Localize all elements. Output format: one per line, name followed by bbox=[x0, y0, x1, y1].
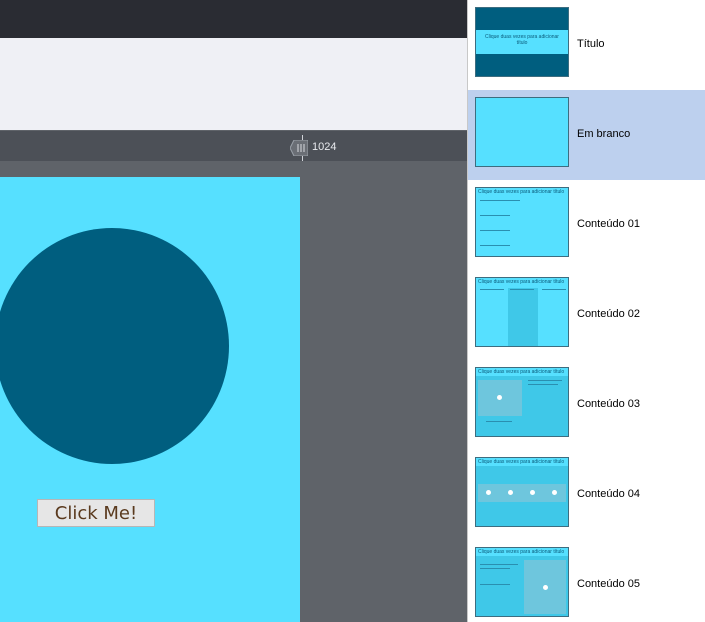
layout-item-conteudo-03[interactable]: Clique duas vezes para adicionar título … bbox=[468, 360, 705, 450]
layout-label: Conteúdo 05 bbox=[577, 578, 640, 590]
layout-item-conteudo-01[interactable]: Clique duas vezes para adicionar título … bbox=[468, 180, 705, 270]
layout-item-conteudo-05[interactable]: Clique duas vezes para adicionar título … bbox=[468, 540, 705, 622]
title-bar bbox=[0, 0, 467, 38]
thumb-title-text: Clique duas vezes para adicionar título bbox=[478, 369, 565, 375]
layout-thumbnail: Clique duas vezes para adicionar título bbox=[475, 457, 569, 527]
toolbar-strip bbox=[0, 108, 467, 130]
layout-item-conteudo-04[interactable]: Clique duas vezes para adicionar título … bbox=[468, 450, 705, 540]
thumb-title-text: Clique duas vezes para adicionar título bbox=[478, 549, 565, 555]
toolbar bbox=[0, 38, 467, 109]
layout-thumbnail: Clique duas vezes para adicionar título bbox=[475, 187, 569, 257]
layout-label: Em branco bbox=[577, 128, 631, 140]
layout-label: Conteúdo 03 bbox=[577, 398, 640, 410]
layout-thumbnail bbox=[475, 97, 569, 167]
layout-item-conteudo-02[interactable]: Clique duas vezes para adicionar título … bbox=[468, 270, 705, 360]
layout-label: Conteúdo 02 bbox=[577, 308, 640, 320]
layout-panel: Clique duas vezes para adicionar título … bbox=[467, 0, 705, 622]
layout-label: Título bbox=[577, 38, 605, 50]
thumb-title-text: Clique duas vezes para adicionar título bbox=[478, 459, 565, 465]
layout-item-em-branco[interactable]: Em branco bbox=[468, 90, 705, 180]
ruler-width-value: 1024 bbox=[312, 141, 337, 153]
click-me-button[interactable]: Click Me! bbox=[37, 499, 155, 527]
thumb-title-text: Clique duas vezes para adicionar título bbox=[478, 279, 565, 285]
thumb-title-text: Clique duas vezes para adicionar título bbox=[478, 189, 565, 195]
ruler-drag-handle-icon[interactable] bbox=[290, 140, 308, 156]
thumb-title-text: Clique duas vezes para adicionar título bbox=[485, 34, 559, 46]
layout-label: Conteúdo 01 bbox=[577, 218, 640, 230]
layout-thumbnail: Clique duas vezes para adicionar título bbox=[475, 547, 569, 617]
layout-thumbnail: Clique duas vezes para adicionar título bbox=[475, 367, 569, 437]
layout-label: Conteúdo 04 bbox=[577, 488, 640, 500]
layout-thumbnail: Clique duas vezes para adicionar título bbox=[475, 277, 569, 347]
circle-shape[interactable] bbox=[0, 228, 229, 464]
layout-thumbnail: Clique duas vezes para adicionar título bbox=[475, 7, 569, 77]
layout-item-titulo[interactable]: Clique duas vezes para adicionar título … bbox=[468, 0, 705, 90]
horizontal-ruler[interactable] bbox=[0, 131, 467, 161]
